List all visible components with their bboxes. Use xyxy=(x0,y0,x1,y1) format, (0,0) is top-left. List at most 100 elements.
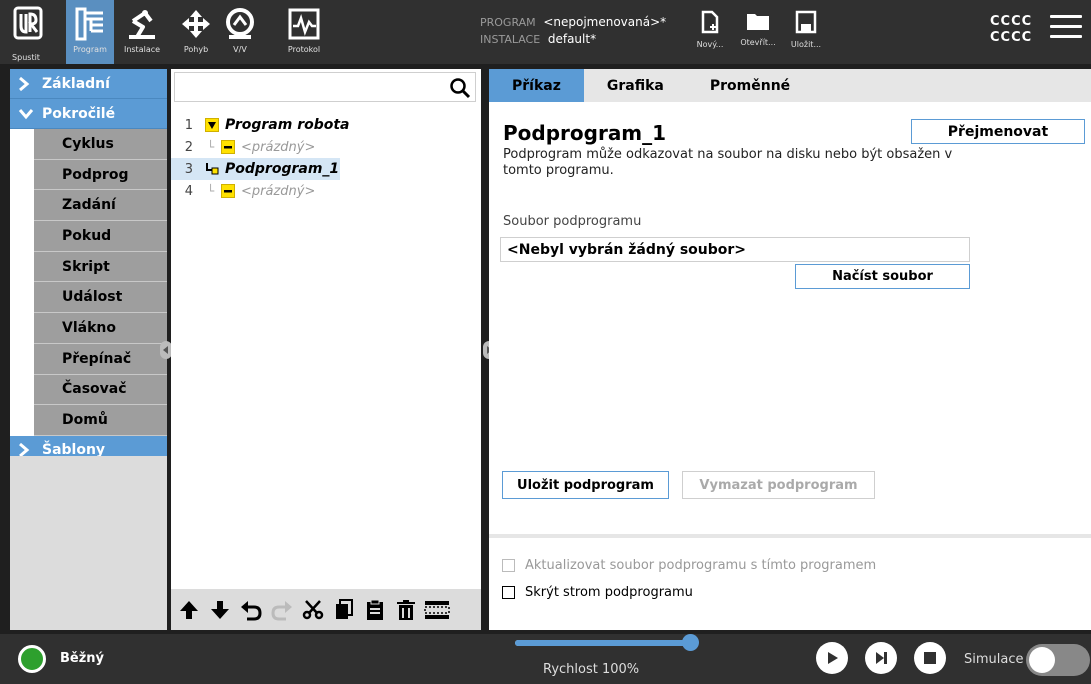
move-icon xyxy=(178,6,214,42)
program-icon xyxy=(72,6,108,42)
category-basic-label: Základní xyxy=(42,75,110,92)
speed-slider-fill xyxy=(515,640,690,646)
program-name: <nepojmenovaná>* xyxy=(543,15,667,29)
node-subprogram[interactable]: Podprog xyxy=(34,159,167,191)
cut-button[interactable] xyxy=(297,595,328,625)
tree-empty-label: <prázdný> xyxy=(241,183,316,199)
line-number: 3 xyxy=(184,161,193,177)
tree-toolbar xyxy=(171,589,481,630)
tab-bar: Příkaz Grafika Proměnné xyxy=(489,69,1091,102)
installation-icon xyxy=(124,6,160,42)
chevron-right-icon xyxy=(18,76,34,92)
user-badge[interactable]: CCCC CCCC xyxy=(990,14,1032,46)
save-subprogram-button[interactable]: Uložit podprogram xyxy=(502,471,669,499)
simulation-toggle[interactable] xyxy=(1026,644,1090,676)
arrow-up-icon xyxy=(179,600,198,619)
copy-button[interactable] xyxy=(328,595,359,625)
category-advanced-label: Pokročilé xyxy=(42,105,116,122)
stop-button[interactable] xyxy=(914,642,946,674)
top-bar: Spustit Program Instalace Pohyb V/V Prot… xyxy=(0,0,1091,64)
speed-slider-handle[interactable] xyxy=(682,634,699,651)
search-icon[interactable] xyxy=(449,77,471,99)
program-key: PROGRAM xyxy=(480,16,536,29)
node-loop[interactable]: Cyklus xyxy=(34,129,167,160)
tree-row-selected[interactable]: 3 Podprogram_1 xyxy=(171,158,340,180)
nav-io[interactable]: V/V xyxy=(216,6,264,62)
move-up-button[interactable] xyxy=(173,595,204,625)
play-button[interactable] xyxy=(816,642,848,674)
nav-run[interactable]: Spustit xyxy=(2,6,50,62)
tree-program-title: Program robota xyxy=(225,117,350,133)
program-node-panel: Základní Pokročilé Cyklus Podprog Zadání… xyxy=(10,69,167,630)
category-advanced[interactable]: Pokročilé xyxy=(10,99,167,129)
new-button[interactable]: Nový... xyxy=(688,10,732,60)
installation-key: INSTALACE xyxy=(480,33,541,46)
hide-tree-checkbox[interactable] xyxy=(502,586,515,599)
left-panel-filler xyxy=(10,456,167,630)
nav-io-label: V/V xyxy=(233,45,247,54)
tree-row[interactable]: 4 └ <prázdný> xyxy=(171,180,351,202)
speed-slider[interactable] xyxy=(515,634,699,651)
load-file-button[interactable]: Načíst soubor xyxy=(795,264,970,289)
suppress-icon xyxy=(423,600,450,619)
update-file-option[interactable]: Aktualizovat soubor podprogramu s tímto … xyxy=(502,558,876,573)
scissors-icon xyxy=(302,599,323,619)
node-detail-panel: Příkaz Grafika Proměnné Podprogram_1 Pře… xyxy=(489,69,1091,630)
line-number: 2 xyxy=(184,139,193,155)
bottom-bar: Běžný Rychlost 100% Simulace xyxy=(0,634,1091,684)
hide-tree-option[interactable]: Skrýt strom podprogramu xyxy=(502,585,693,600)
tab-graphics[interactable]: Grafika xyxy=(584,69,687,102)
tab-command[interactable]: Příkaz xyxy=(489,69,584,102)
node-thread[interactable]: Vlákno xyxy=(34,313,167,344)
tree-row[interactable]: 2 └ <prázdný> xyxy=(171,136,351,158)
collapse-triangle-icon[interactable] xyxy=(205,118,219,132)
tree-row[interactable]: 1 Program robota xyxy=(171,114,351,136)
step-button[interactable] xyxy=(865,642,897,674)
file-field-label: Soubor podprogramu xyxy=(503,214,642,229)
io-icon xyxy=(222,6,258,42)
subprogram-icon xyxy=(205,162,219,176)
delete-button[interactable] xyxy=(390,595,421,625)
line-number: 4 xyxy=(184,183,193,199)
nav-program[interactable]: Program xyxy=(66,0,114,64)
node-if[interactable]: Pokud xyxy=(34,221,167,252)
paste-button[interactable] xyxy=(359,595,390,625)
node-home[interactable]: Domů xyxy=(34,405,167,436)
node-assignment[interactable]: Zadání xyxy=(34,190,167,222)
node-switch[interactable]: Přepínač xyxy=(34,343,167,375)
open-button[interactable]: Otevřít... xyxy=(736,10,780,60)
menu-icon[interactable] xyxy=(1050,15,1082,45)
tree-subprogram-title: Podprogram_1 xyxy=(225,161,340,177)
category-basic[interactable]: Základní xyxy=(10,69,167,99)
stop-icon xyxy=(924,652,936,664)
user-line-1: CCCC xyxy=(990,14,1033,29)
clipboard-icon xyxy=(366,599,383,620)
update-file-checkbox[interactable] xyxy=(502,559,515,572)
undo-icon xyxy=(240,600,262,620)
save-file-button[interactable]: Uložit... xyxy=(784,10,828,60)
simulation-label: Simulace xyxy=(964,652,1024,667)
nav-log-label: Protokol xyxy=(287,45,321,54)
rename-button[interactable]: Přejmenovat xyxy=(911,119,1085,144)
tab-variables[interactable]: Proměnné xyxy=(687,69,813,102)
undo-button[interactable] xyxy=(235,595,266,625)
clear-subprogram-button[interactable]: Vymazat podprogram xyxy=(682,471,875,499)
update-file-label: Aktualizovat soubor podprogramu s tímto … xyxy=(525,558,877,573)
node-script[interactable]: Skript xyxy=(34,251,167,283)
empty-node-icon xyxy=(221,184,235,198)
suppress-button[interactable] xyxy=(421,595,452,625)
nav-run-label: Spustit xyxy=(12,53,40,62)
node-timer[interactable]: Časovač xyxy=(34,374,167,406)
robot-status-icon[interactable] xyxy=(18,645,46,673)
nav-installation[interactable]: Instalace xyxy=(118,6,166,62)
save-icon xyxy=(795,10,817,34)
nav-move[interactable]: Pohyb xyxy=(172,6,220,62)
chevron-down-icon xyxy=(18,108,34,120)
redo-button[interactable] xyxy=(266,595,297,625)
nav-log[interactable]: Protokol xyxy=(280,6,328,62)
tree-search-input[interactable] xyxy=(174,72,476,102)
node-event[interactable]: Událost xyxy=(34,282,167,314)
nav-program-label: Program xyxy=(73,45,107,54)
move-down-button[interactable] xyxy=(204,595,235,625)
subprogram-file-field[interactable]: <Nebyl vybrán žádný soubor> xyxy=(500,237,970,262)
